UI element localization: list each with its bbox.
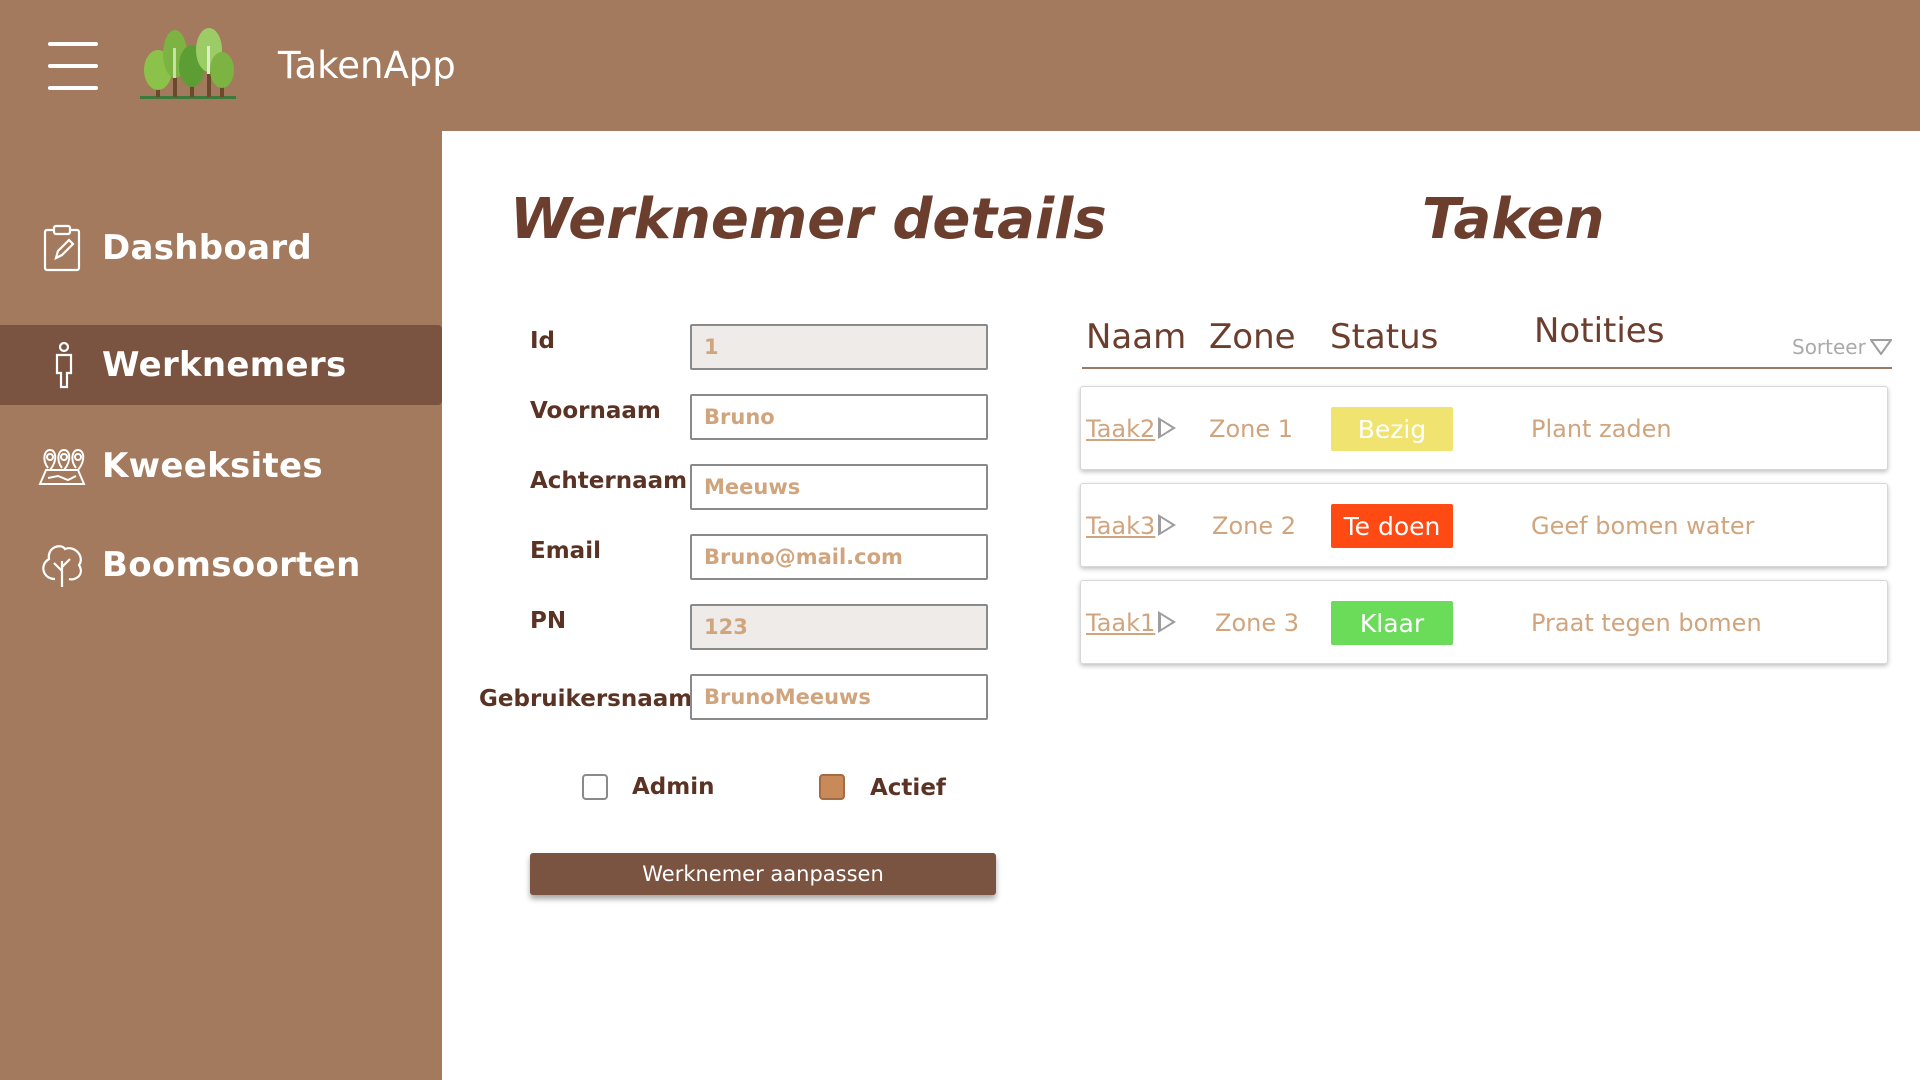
sidebar-item-werknemers[interactable]: Werknemers	[0, 325, 442, 405]
task-name-link[interactable]: Taak2	[1086, 415, 1155, 443]
active-label: Actief	[870, 775, 946, 801]
table-row: Taak3 Zone 2 Te doen Geef bomen water	[1080, 483, 1888, 567]
task-note: Plant zaden	[1531, 415, 1672, 443]
firstname-field[interactable]	[690, 394, 988, 440]
app-title: TakenApp	[278, 44, 456, 87]
forest-logo-icon	[140, 28, 236, 99]
admin-checkbox[interactable]	[582, 774, 608, 800]
table-row: Taak2 Zone 1 Bezig Plant zaden	[1080, 386, 1888, 470]
play-icon[interactable]	[1158, 417, 1176, 439]
column-header-zone: Zone	[1209, 317, 1296, 357]
email-label: Email	[530, 538, 601, 564]
sidebar-item-label: Kweeksites	[102, 446, 323, 486]
task-zone: Zone 3	[1215, 609, 1299, 637]
play-icon[interactable]	[1158, 611, 1176, 633]
employee-details-title: Werknemer details	[510, 187, 1107, 252]
table-header-divider	[1082, 367, 1892, 369]
username-field[interactable]	[690, 674, 988, 720]
top-bar: TakenApp	[0, 0, 1920, 131]
tree-icon	[38, 541, 86, 589]
status-badge: Te doen	[1331, 504, 1453, 548]
sidebar: Dashboard Werknemers Kweeksites Boomsoor…	[0, 131, 442, 1080]
task-name-link[interactable]: Taak1	[1086, 609, 1155, 637]
sidebar-item-kweeksites[interactable]: Kweeksites	[0, 426, 442, 506]
task-name-link[interactable]: Taak3	[1086, 512, 1155, 540]
pn-field[interactable]	[690, 604, 988, 650]
tasks-title: Taken	[1422, 187, 1605, 252]
sidebar-item-boomsoorten[interactable]: Boomsoorten	[0, 525, 442, 605]
username-label: Gebruikersnaam	[479, 686, 693, 712]
sidebar-item-label: Werknemers	[102, 345, 347, 385]
triangle-down-icon	[1869, 339, 1892, 355]
id-field[interactable]	[690, 324, 988, 370]
id-label: Id	[530, 328, 556, 354]
sidebar-item-label: Dashboard	[102, 228, 313, 268]
sort-dropdown[interactable]: Sorteer	[1792, 335, 1892, 359]
firstname-label: Voornaam	[530, 398, 661, 424]
pn-label: PN	[530, 608, 567, 634]
clipboard-icon	[38, 224, 86, 272]
column-header-notes: Notities	[1534, 311, 1665, 351]
column-header-status: Status	[1330, 317, 1439, 357]
task-note: Praat tegen bomen	[1531, 609, 1762, 637]
email-field[interactable]	[690, 534, 988, 580]
task-note: Geef bomen water	[1531, 512, 1755, 540]
person-icon	[40, 341, 88, 389]
task-zone: Zone 2	[1212, 512, 1296, 540]
sidebar-item-dashboard[interactable]: Dashboard	[0, 208, 442, 288]
lastname-label: Achternaam	[530, 468, 688, 494]
play-icon[interactable]	[1158, 514, 1176, 536]
hamburger-menu-icon[interactable]	[48, 42, 98, 90]
task-zone: Zone 1	[1209, 415, 1293, 443]
column-header-name: Naam	[1086, 317, 1187, 357]
main-panel: Werknemer details Id Voornaam Achternaam…	[442, 131, 1920, 1080]
status-badge: Klaar	[1331, 601, 1453, 645]
save-employee-button[interactable]: Werknemer aanpassen	[530, 853, 996, 895]
sort-label: Sorteer	[1792, 335, 1866, 359]
table-row: Taak1 Zone 3 Klaar Praat tegen bomen	[1080, 580, 1888, 664]
sidebar-item-label: Boomsoorten	[102, 545, 361, 585]
lastname-field[interactable]	[690, 464, 988, 510]
map-icon	[38, 442, 86, 490]
admin-label: Admin	[632, 774, 715, 800]
status-badge: Bezig	[1331, 407, 1453, 451]
active-checkbox[interactable]	[819, 774, 845, 800]
